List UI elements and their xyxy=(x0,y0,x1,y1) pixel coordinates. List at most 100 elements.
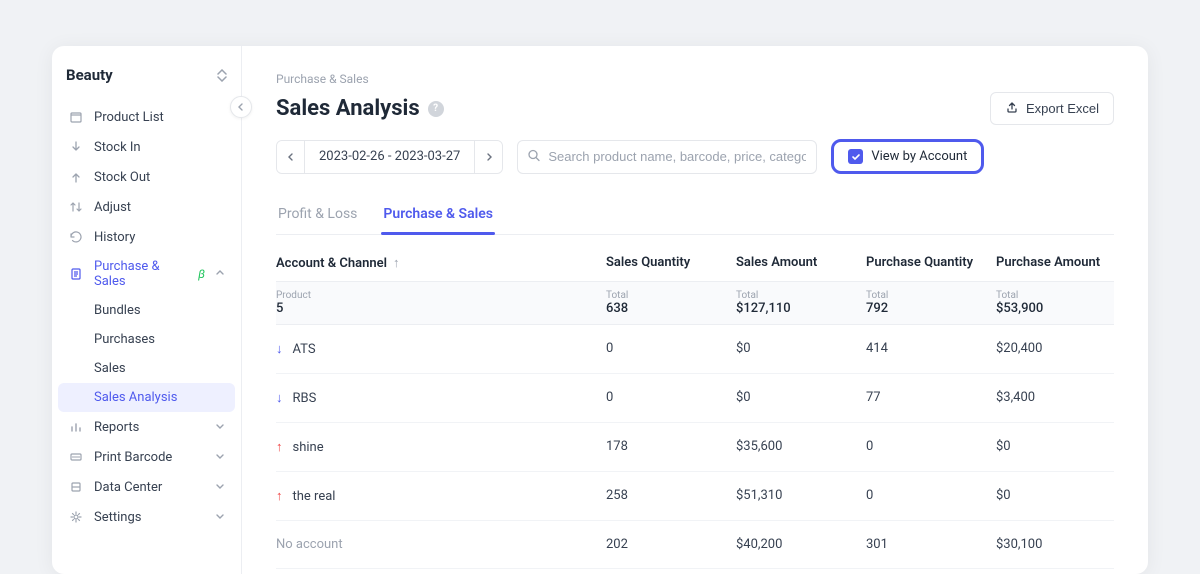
tab-profit-loss[interactable]: Profit & Loss xyxy=(276,198,359,234)
sidebar-subitem-sales-analysis[interactable]: Sales Analysis xyxy=(58,383,235,412)
product-label: Product xyxy=(276,290,606,301)
cell-purch_amt: $30,100 xyxy=(996,537,1116,552)
chevron-down-icon xyxy=(215,510,225,525)
sidebar-item-adjust[interactable]: Adjust xyxy=(58,192,235,222)
sidebar-subitem-purchases[interactable]: Purchases xyxy=(58,325,235,354)
chevron-down-icon xyxy=(215,420,225,435)
arrow-down-icon xyxy=(68,139,84,155)
gear-icon xyxy=(68,509,84,525)
export-label: Export Excel xyxy=(1026,101,1099,116)
cell-purch_qty: 414 xyxy=(866,341,996,357)
arrow-up-icon: ↑ xyxy=(276,439,283,455)
chevron-down-icon xyxy=(215,450,225,465)
cell-sales_qty: 258 xyxy=(606,488,736,504)
chart-icon xyxy=(68,419,84,435)
tab-purchase-sales[interactable]: Purchase & Sales xyxy=(381,198,495,234)
sidebar-item-data-center[interactable]: Data Center xyxy=(58,472,235,502)
col-sales-amt[interactable]: Sales Amount xyxy=(736,255,866,271)
box-icon xyxy=(68,109,84,125)
account-name: shine xyxy=(293,440,324,455)
sidebar-item-label: Reports xyxy=(94,420,139,435)
date-range[interactable]: 2023-02-26 - 2023-03-27 xyxy=(305,141,474,173)
account-name: the real xyxy=(293,489,336,504)
sidebar-item-stock-out[interactable]: Stock Out xyxy=(58,162,235,192)
sidebar-item-settings[interactable]: Settings xyxy=(58,502,235,532)
table-row[interactable]: ↑shine178$35,6000$0 xyxy=(276,423,1114,472)
beta-badge: β xyxy=(198,267,205,281)
sidebar-item-label: Stock Out xyxy=(94,170,150,185)
table-row[interactable]: ↓RBS0$077$3,400 xyxy=(276,374,1114,423)
search-icon xyxy=(527,147,541,166)
total-sales-qty: 638 xyxy=(606,301,628,316)
table-row[interactable]: ↑the real258$51,3100$0 xyxy=(276,472,1114,521)
help-icon[interactable]: ? xyxy=(428,101,444,117)
sidebar-subitem-bundles[interactable]: Bundles xyxy=(58,296,235,325)
cell-purch_amt: $3,400 xyxy=(996,390,1116,406)
cell-purch_qty: 77 xyxy=(866,390,996,406)
export-excel-button[interactable]: Export Excel xyxy=(990,92,1114,125)
adjust-icon xyxy=(68,199,84,215)
cell-sales_qty: 178 xyxy=(606,439,736,455)
date-prev-button[interactable] xyxy=(277,141,305,173)
sidebar-item-label: Data Center xyxy=(94,480,162,495)
date-next-button[interactable] xyxy=(474,141,502,173)
collapse-sidebar-button[interactable] xyxy=(230,96,252,118)
sidebar-item-label: Stock In xyxy=(94,140,141,155)
cell-sales_amt: $0 xyxy=(736,341,866,357)
arrow-down-icon: ↓ xyxy=(276,390,283,406)
chevron-up-icon xyxy=(215,267,225,282)
table-row[interactable]: No account202$40,200301$30,100 xyxy=(276,521,1114,569)
cell-purch_amt: $0 xyxy=(996,439,1116,455)
sidebar-item-label: Purchase & Sales xyxy=(94,259,186,289)
sidebar-item-stock-in[interactable]: Stock In xyxy=(58,132,235,162)
col-purch-amt[interactable]: Purchase Amount xyxy=(996,255,1116,271)
barcode-icon xyxy=(68,449,84,465)
sort-asc-icon: ↑ xyxy=(393,256,400,271)
sidebar: Beauty Product List Stock In Stock Out A… xyxy=(52,46,242,574)
col-account[interactable]: Account & Channel↑ xyxy=(276,255,606,271)
date-range-nav: 2023-02-26 - 2023-03-27 xyxy=(276,140,503,174)
search-input[interactable] xyxy=(517,140,817,174)
checkbox-checked-icon xyxy=(848,149,863,164)
brand-name: Beauty xyxy=(66,66,113,84)
sidebar-item-product-list[interactable]: Product List xyxy=(58,102,235,132)
receipt-icon xyxy=(68,266,84,282)
sidebar-item-reports[interactable]: Reports xyxy=(58,412,235,442)
export-icon xyxy=(1005,100,1019,117)
arrow-down-icon: ↓ xyxy=(276,341,283,357)
sidebar-subitem-sales[interactable]: Sales xyxy=(58,354,235,383)
history-icon xyxy=(68,229,84,245)
product-total: 5 xyxy=(276,301,283,316)
account-name: RBS xyxy=(293,391,317,406)
sidebar-item-label: Adjust xyxy=(94,200,131,215)
arrow-up-icon xyxy=(68,169,84,185)
sidebar-item-label: Settings xyxy=(94,510,141,525)
account-name: No account xyxy=(276,537,343,552)
database-icon xyxy=(68,479,84,495)
total-sales-amt: $127,110 xyxy=(736,301,791,316)
arrow-up-icon: ↑ xyxy=(276,488,283,504)
breadcrumb: Purchase & Sales xyxy=(276,72,1114,86)
sidebar-item-purchase-sales[interactable]: Purchase & Sales β xyxy=(58,252,235,296)
cell-sales_amt: $40,200 xyxy=(736,537,866,552)
cell-purch_qty: 0 xyxy=(866,488,996,504)
sidebar-item-print-barcode[interactable]: Print Barcode xyxy=(58,442,235,472)
cell-sales_qty: 0 xyxy=(606,341,736,357)
view-toggle-label: View by Account xyxy=(871,149,967,164)
cell-sales_amt: $51,310 xyxy=(736,488,866,504)
main-content: Purchase & Sales Sales Analysis ? Export… xyxy=(242,46,1148,574)
cell-sales_amt: $35,600 xyxy=(736,439,866,455)
brand-switcher[interactable] xyxy=(217,69,227,82)
sidebar-item-history[interactable]: History xyxy=(58,222,235,252)
col-sales-qty[interactable]: Sales Quantity xyxy=(606,255,736,271)
view-by-account-toggle[interactable]: View by Account xyxy=(831,139,984,174)
sidebar-item-label: History xyxy=(94,230,135,245)
cell-purch_amt: $20,400 xyxy=(996,341,1116,357)
col-purch-qty[interactable]: Purchase Quantity xyxy=(866,255,996,271)
cell-purch_qty: 301 xyxy=(866,537,996,552)
sidebar-item-label: Print Barcode xyxy=(94,450,172,465)
totals-row: Product5 Total638 Total$127,110 Total792… xyxy=(276,281,1114,325)
cell-sales_amt: $0 xyxy=(736,390,866,406)
tabs: Profit & Loss Purchase & Sales xyxy=(276,198,1114,235)
table-row[interactable]: ↓ATS0$0414$20,400 xyxy=(276,325,1114,374)
